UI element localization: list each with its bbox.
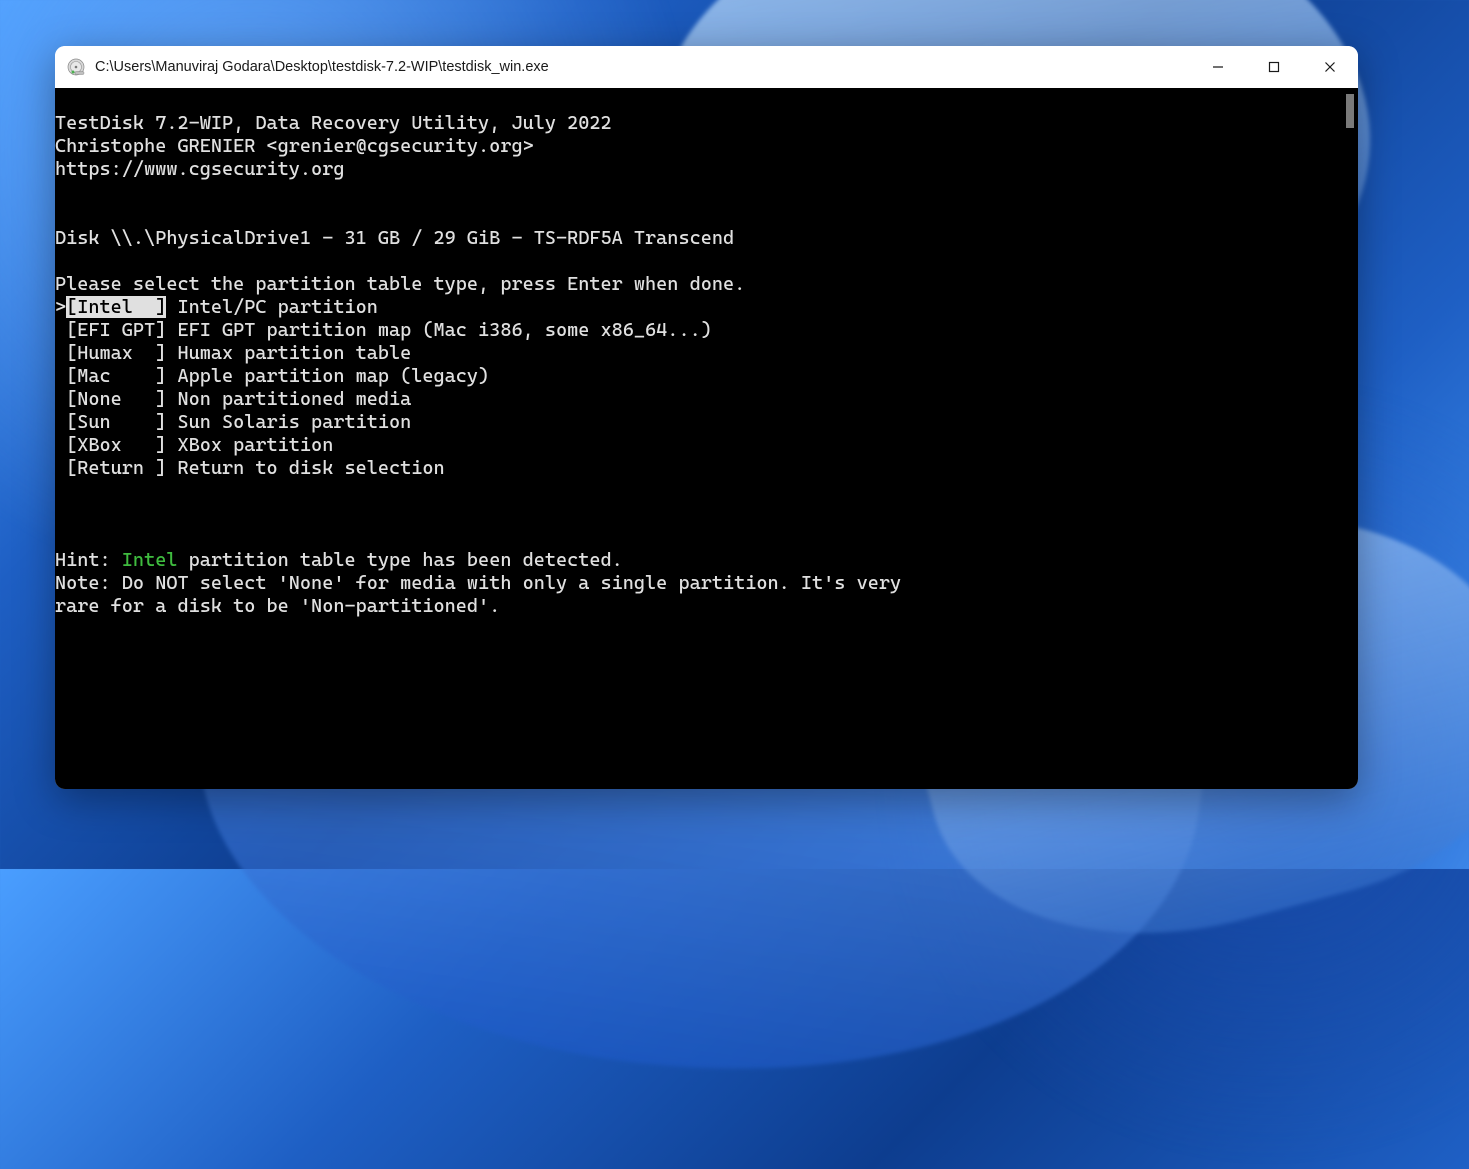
console-window: C:\Users\Manuviraj Godara\Desktop\testdi… bbox=[55, 46, 1358, 789]
partition-option[interactable]: [Humax ] Humax partition table bbox=[55, 342, 411, 364]
blank-line bbox=[55, 503, 66, 525]
header-line: TestDisk 7.2-WIP, Data Recovery Utility,… bbox=[55, 112, 612, 134]
partition-option-selected[interactable]: >[Intel ] Intel/PC partition bbox=[55, 296, 378, 318]
titlebar[interactable]: C:\Users\Manuviraj Godara\Desktop\testdi… bbox=[55, 46, 1358, 88]
minimize-icon bbox=[1212, 61, 1224, 73]
header-line: https://www.cgsecurity.org bbox=[55, 158, 344, 180]
note-line: rare for a disk to be 'Non-partitioned'. bbox=[55, 595, 500, 617]
scrollbar[interactable] bbox=[1342, 88, 1356, 789]
window-controls bbox=[1190, 46, 1358, 88]
note-line: Note: Do NOT select 'None' for media wit… bbox=[55, 572, 901, 594]
close-button[interactable] bbox=[1302, 46, 1358, 88]
maximize-icon bbox=[1268, 61, 1280, 73]
partition-option[interactable]: [XBox ] XBox partition bbox=[55, 434, 333, 456]
minimize-button[interactable] bbox=[1190, 46, 1246, 88]
instruction-line: Please select the partition table type, … bbox=[55, 273, 745, 295]
hint-suffix: partition table type has been detected. bbox=[177, 549, 622, 571]
maximize-button[interactable] bbox=[1246, 46, 1302, 88]
blank-line bbox=[55, 526, 66, 548]
partition-option[interactable]: [Mac ] Apple partition map (legacy) bbox=[55, 365, 489, 387]
disk-info: Disk \\.\PhysicalDrive1 - 31 GB / 29 GiB… bbox=[55, 227, 734, 249]
terminal-output[interactable]: TestDisk 7.2-WIP, Data Recovery Utility,… bbox=[55, 88, 1358, 789]
partition-option[interactable]: [Sun ] Sun Solaris partition bbox=[55, 411, 411, 433]
partition-option[interactable]: [None ] Non partitioned media bbox=[55, 388, 411, 410]
partition-option[interactable]: [Return ] Return to disk selection bbox=[55, 457, 445, 479]
header-line: Christophe GRENIER <grenier@cgsecurity.o… bbox=[55, 135, 534, 157]
close-icon bbox=[1324, 61, 1336, 73]
hint-detected: Intel bbox=[122, 549, 178, 571]
app-icon bbox=[67, 58, 85, 76]
hint-line: Hint: Intel partition table type has bee… bbox=[55, 549, 623, 571]
window-title: C:\Users\Manuviraj Godara\Desktop\testdi… bbox=[95, 59, 1190, 75]
blank-line bbox=[55, 204, 66, 226]
scroll-thumb[interactable] bbox=[1346, 94, 1354, 128]
blank-line bbox=[55, 181, 66, 203]
partition-option[interactable]: [EFI GPT] EFI GPT partition map (Mac i38… bbox=[55, 319, 712, 341]
blank-line bbox=[55, 250, 66, 272]
hint-prefix: Hint: bbox=[55, 549, 122, 571]
